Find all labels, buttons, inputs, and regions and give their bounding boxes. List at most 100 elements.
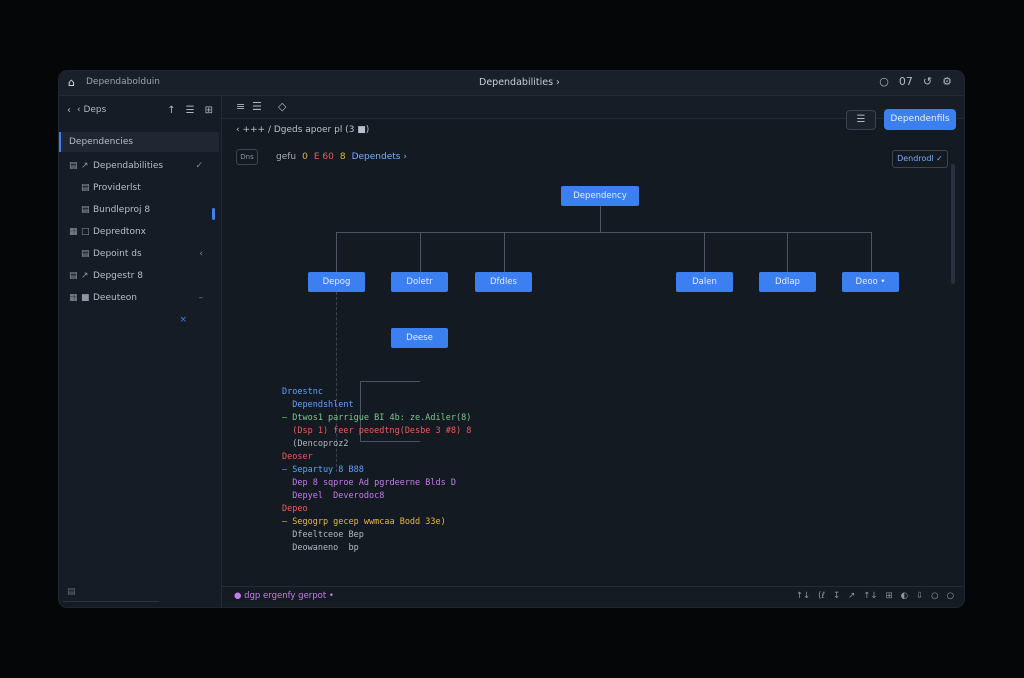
menu-button[interactable]: ☰ (846, 110, 876, 130)
legend-bar: Dns gefu 0 E 60 8 Dependets › (236, 149, 407, 165)
code-panel: Droestnc Dependshlent – Dtwos1 parrigue … (282, 386, 471, 555)
legend-item: gefu (276, 152, 297, 162)
file-icon: ▤ (81, 205, 90, 215)
sidebar-item-depgestr[interactable]: ▤ ↗ Depgestr 8 (69, 266, 209, 286)
chevron-left-icon[interactable]: ‹ (199, 249, 203, 259)
connector (336, 232, 337, 272)
divider (63, 601, 159, 602)
code-line: Deowaneno bp (282, 543, 359, 553)
code-line: Dep 8 sqproe Ad pgrdeerne Blds D (282, 478, 456, 488)
connector (360, 381, 420, 382)
node-child[interactable]: Doletr (391, 272, 448, 292)
code-line: (Dencoproz2 (282, 439, 349, 449)
node-child[interactable]: Ddlap (759, 272, 816, 292)
filter-icon[interactable]: ≡ (236, 100, 245, 113)
window-title: Dependabilities › (479, 77, 560, 88)
grid-icon[interactable]: ⊞ (205, 105, 213, 116)
sidebar-item-providerlst[interactable]: ▤ Providerlst (81, 178, 209, 198)
legend-box[interactable]: Dns (236, 149, 258, 165)
node-child[interactable]: Dfdles (475, 272, 532, 292)
tree-item-label: Deeuteon (93, 293, 137, 303)
window-controls: ○ 07 ↺ ⚙ (879, 75, 952, 88)
theme-icon[interactable]: ◐ (901, 591, 908, 601)
external-icon[interactable]: ↗ (848, 591, 855, 601)
download-icon[interactable]: ↧ (833, 591, 840, 601)
swap-icon[interactable]: ↑↓ (863, 591, 877, 601)
count-label: 07 (898, 75, 913, 88)
node-root[interactable]: Dependency (561, 186, 639, 206)
list-icon[interactable]: ☰ (186, 105, 195, 116)
sidebar-title[interactable]: ‹ Deps (77, 105, 106, 115)
node-child[interactable]: Deoo • (842, 272, 899, 292)
breadcrumb: ‹ +++ / Dgeds apoer pl (3 ■) (236, 125, 370, 135)
sidebar-scrollbar[interactable] (212, 208, 215, 220)
sidebar-item-depredtonx[interactable]: ▦ □ Depredtonx (69, 222, 209, 242)
node-child[interactable]: Dalen (676, 272, 733, 292)
legend-item: E 60 (313, 152, 334, 162)
connector (420, 232, 421, 272)
grid-icon[interactable]: ⊞ (885, 591, 892, 601)
view-select[interactable]: Dendrodl ✓ (892, 150, 948, 168)
sidebar-item-dependencies[interactable]: Dependencies (59, 132, 219, 152)
grid-icon: ▦ (69, 227, 78, 237)
status-text: ● dgp ergenfy gerpot • (234, 591, 334, 601)
back-icon[interactable]: ‹ (67, 105, 71, 116)
code-line: Dependshlent (282, 400, 354, 410)
legend-item: 8 (339, 152, 346, 162)
primary-button[interactable]: Dependenfils (884, 109, 956, 130)
refresh-icon[interactable]: ↺ (923, 75, 932, 88)
code-line: – Separtuy 8 B88 (282, 465, 364, 475)
sidebar-item-dependabilities[interactable]: ▤ ↗ Dependabilities ✓ (69, 156, 209, 176)
main-panel: ≡ ☰ ◇ ☰ Dependenfils ‹ +++ / Dgeds apoer… (222, 96, 964, 607)
save-icon[interactable]: ⇩ (916, 591, 923, 601)
panel-icon[interactable]: ▤ (67, 587, 76, 597)
legend-item: Dependets › (351, 152, 407, 162)
tree-item-label: Dependabilities (93, 161, 164, 171)
app-name: Dependabolduin (86, 77, 160, 87)
node-grandchild[interactable]: Deese (391, 328, 448, 348)
code-line: – Dtwos1 parrigue BI 4b: ze.Adiler(8) (282, 413, 472, 423)
sidebar-item-close[interactable]: × (69, 310, 209, 330)
circle-icon[interactable]: ○ (931, 591, 938, 601)
square-icon: □ (81, 227, 90, 237)
legend-item: 0 (302, 152, 308, 162)
tree-item-label: Depgestr 8 (93, 271, 143, 281)
sidebar-item-deeuteon[interactable]: ▦ ■ Deeuteon – (69, 288, 209, 308)
tree-item-label: Depoint ds (93, 249, 142, 259)
square-icon: ■ (81, 293, 90, 303)
app-window: ⌂ Dependabolduin Dependabilities › ○ 07 … (59, 71, 964, 607)
diamond-icon[interactable]: ◇ (278, 100, 286, 113)
code-line: (Dsp 1) feer peoedtng(Desbe 3 #8) 8 (282, 426, 472, 436)
list-icon[interactable]: ☰ (252, 100, 262, 113)
node-child[interactable]: Depog (308, 272, 365, 292)
status-icons: ↑↓ (ℓ ↧ ↗ ↑↓ ⊞ ◐ ⇩ ○ ○ (796, 591, 954, 601)
settings-icon[interactable]: ⚙ (942, 75, 952, 88)
tree-item-label: Bundleproj 8 (93, 205, 151, 215)
circle-icon[interactable]: ○ (947, 591, 954, 601)
sort-up-icon[interactable]: ↑ (167, 105, 175, 116)
sort-icon[interactable]: ↑↓ (796, 591, 810, 601)
link-icon[interactable]: (ℓ (818, 591, 825, 601)
sidebar-item-depoint[interactable]: ▤ Depoint ds ‹ (81, 244, 209, 264)
connector (336, 232, 871, 233)
file-icon: ▤ (81, 183, 90, 193)
home-icon[interactable]: ⌂ (68, 76, 75, 89)
connector (600, 206, 601, 232)
tree-item-label: Depredtonx (93, 227, 146, 237)
dash-icon: – (198, 293, 204, 303)
code-line: Deoser (282, 452, 313, 462)
connector (871, 232, 872, 272)
check-icon: ✓ (195, 161, 203, 171)
close-icon[interactable]: × (179, 315, 187, 325)
code-line: Depyel Deverodoc8 (282, 491, 385, 501)
main-scrollbar[interactable] (951, 164, 955, 284)
sidebar-toolbar: ‹ ‹ Deps ↑ ☰ ⊞ (67, 100, 213, 120)
connector (787, 232, 788, 272)
grid-icon: ▦ (69, 293, 78, 303)
connector (504, 232, 505, 272)
sidebar-item-bundleproj[interactable]: ▤ Bundleproj 8 (81, 200, 209, 220)
minimize-icon[interactable]: ○ (879, 75, 889, 88)
arrow-icon: ↗ (81, 271, 89, 281)
connector (704, 232, 705, 272)
tree-item-label: Providerlst (93, 183, 141, 193)
